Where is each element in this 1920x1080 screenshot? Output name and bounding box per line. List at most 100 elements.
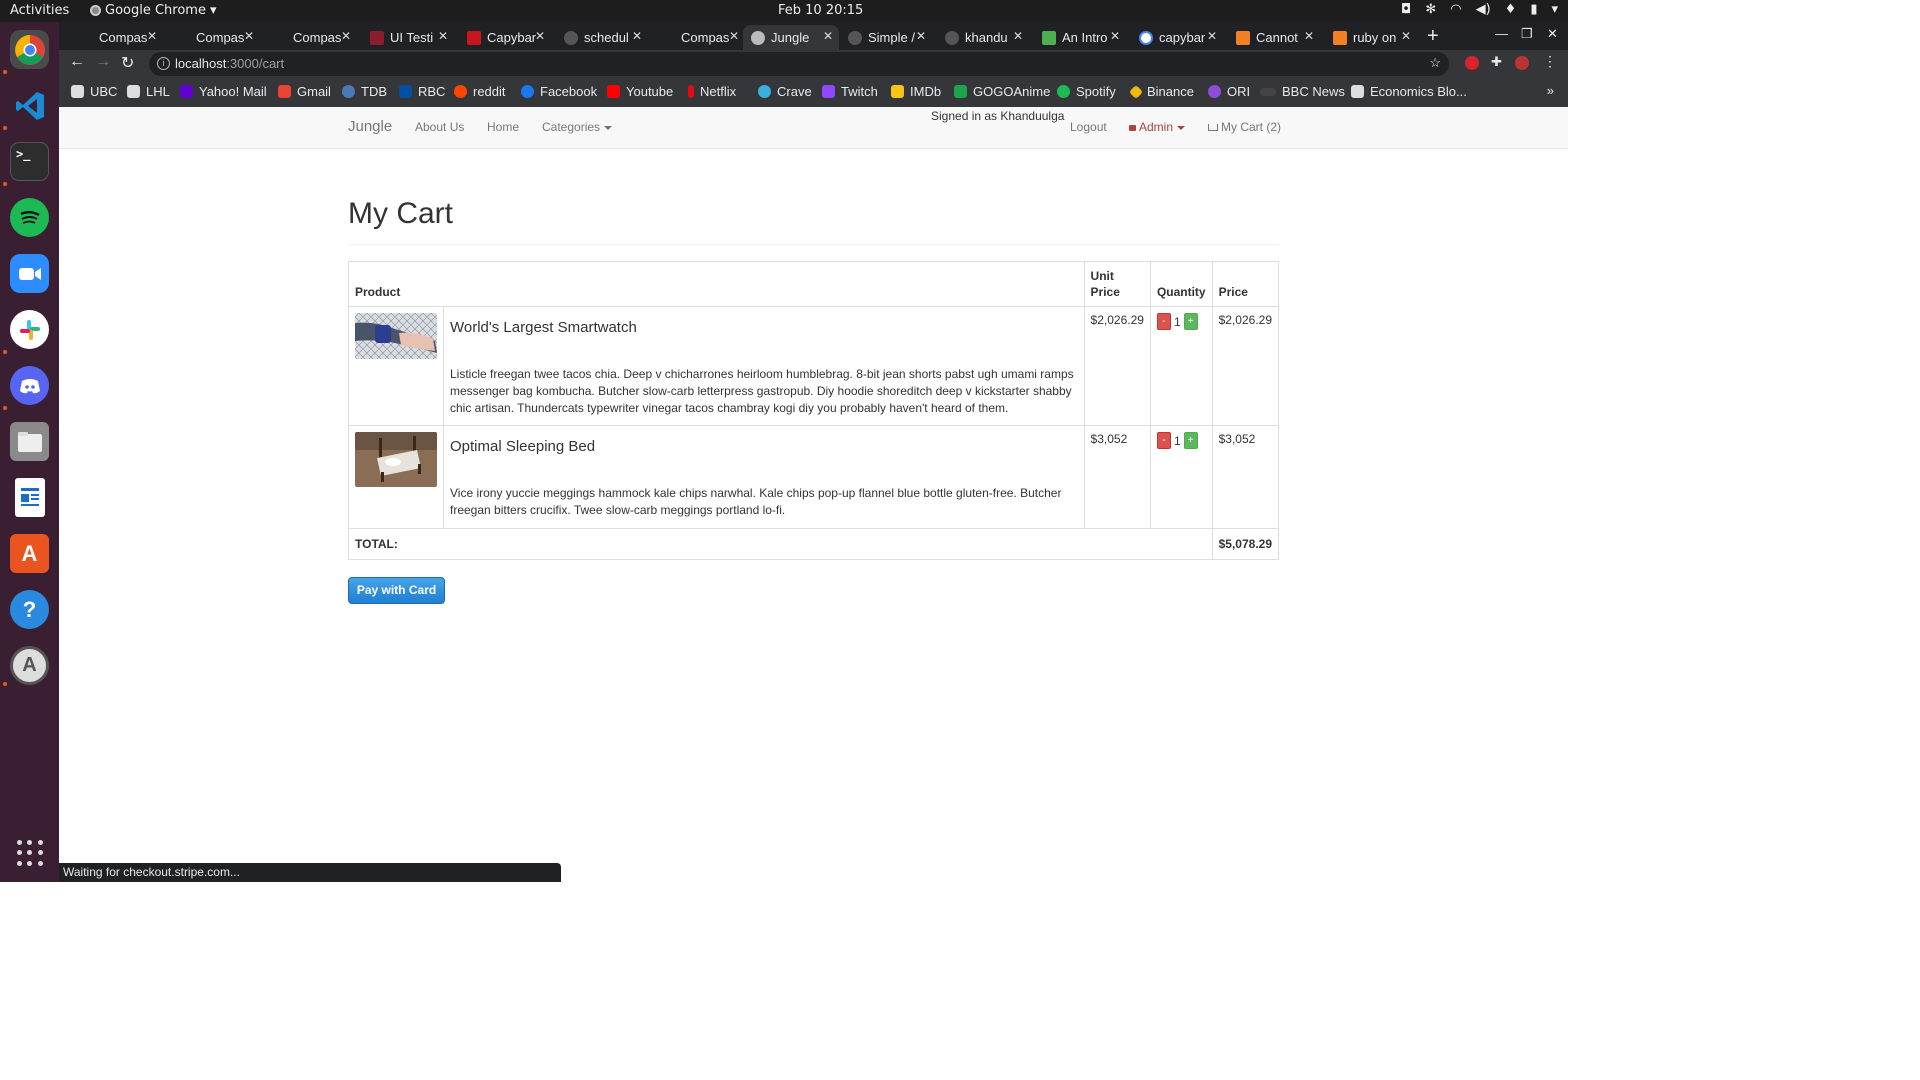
bookmark-item[interactable]: Binance: [1128, 84, 1194, 99]
browser-tab[interactable]: Cannot ✕: [1228, 25, 1320, 50]
app-menu[interactable]: Google Chrome ▾: [90, 3, 217, 18]
forward-icon[interactable]: →: [95, 53, 111, 71]
bookmark-item[interactable]: Crave: [758, 84, 812, 99]
close-icon[interactable]: ✕: [1207, 29, 1217, 43]
close-icon[interactable]: ✕: [438, 29, 448, 43]
browser-tab-active[interactable]: Jungle ✕: [743, 25, 839, 50]
profile-avatar[interactable]: [1515, 56, 1529, 70]
address-bar[interactable]: i localhost:3000/cart ☆: [149, 52, 1449, 76]
browser-tab[interactable]: ruby on ✕: [1325, 25, 1417, 50]
bookmark-item[interactable]: Netflix: [688, 84, 736, 99]
close-icon[interactable]: ✕: [632, 29, 642, 43]
close-icon[interactable]: ✕: [535, 29, 545, 43]
slack-tray-icon[interactable]: ✻: [1425, 2, 1436, 17]
updater-icon[interactable]: A: [10, 646, 49, 685]
product-name[interactable]: World's Largest Smartwatch: [450, 319, 1078, 336]
close-icon[interactable]: ✕: [147, 29, 157, 43]
battery-icon[interactable]: ▮: [1530, 2, 1537, 17]
help-icon[interactable]: ?: [10, 590, 49, 629]
browser-tab[interactable]: Compas ✕: [653, 25, 745, 50]
zoom-icon[interactable]: [10, 254, 49, 293]
brand-link[interactable]: Jungle: [348, 118, 392, 135]
browser-tab[interactable]: capybar ✕: [1131, 25, 1223, 50]
wifi-icon[interactable]: ◠: [1450, 2, 1461, 17]
microphone-icon[interactable]: ♦: [1505, 2, 1517, 17]
power-menu-icon[interactable]: ▾: [1551, 2, 1558, 17]
bookmark-item[interactable]: reddit: [454, 84, 506, 99]
close-icon[interactable]: ✕: [1401, 29, 1411, 43]
puzzle-icon[interactable]: ✚: [1491, 54, 1505, 69]
browser-tab[interactable]: Capybar ✕: [459, 25, 551, 50]
software-icon[interactable]: A: [10, 534, 49, 573]
close-icon[interactable]: ✕: [1304, 29, 1314, 43]
bookmark-item[interactable]: IMDb: [891, 84, 941, 99]
browser-tab[interactable]: UI Testi ✕: [362, 25, 454, 50]
minimize-icon[interactable]: —: [1495, 26, 1508, 41]
product-name[interactable]: Optimal Sleeping Bed: [450, 438, 1078, 455]
close-icon[interactable]: ✕: [1013, 29, 1023, 43]
bookmark-item[interactable]: UBC: [71, 84, 117, 99]
bookmark-item[interactable]: TDB: [342, 84, 387, 99]
bookmark-item[interactable]: Youtube: [607, 84, 673, 99]
terminal-icon[interactable]: >_: [10, 142, 49, 181]
browser-tab[interactable]: khandu ✕: [937, 25, 1029, 50]
activities-button[interactable]: Activities: [10, 3, 69, 18]
files-icon[interactable]: [10, 422, 49, 461]
browser-tab[interactable]: An Intro ✕: [1034, 25, 1126, 50]
extension-icon[interactable]: [1465, 56, 1479, 70]
close-icon[interactable]: ✕: [341, 29, 351, 43]
browser-tab[interactable]: schedul ✕: [556, 25, 648, 50]
bookmark-item[interactable]: Gmail: [278, 84, 331, 99]
bookmark-item[interactable]: Yahoo! Mail: [180, 84, 267, 99]
decrease-quantity-button[interactable]: -: [1156, 432, 1171, 450]
bookmark-item[interactable]: RBC: [399, 84, 445, 99]
show-applications-icon[interactable]: [17, 840, 43, 866]
bookmark-item[interactable]: BBC News: [1260, 84, 1345, 99]
site-info-icon[interactable]: i: [157, 57, 170, 70]
discord-tray-icon[interactable]: ◘: [1401, 2, 1411, 17]
bookmark-item[interactable]: Facebook: [521, 84, 597, 99]
system-tray[interactable]: ◘ ✻ ◠ ◀) ♦ ▮ ▾: [1401, 2, 1558, 17]
nav-categories-dropdown[interactable]: Categories: [542, 120, 613, 134]
bookmark-item[interactable]: Economics Blo...: [1351, 84, 1467, 99]
back-icon[interactable]: ←: [69, 53, 85, 71]
close-icon[interactable]: ✕: [1110, 29, 1120, 43]
volume-icon[interactable]: ◀): [1476, 2, 1491, 17]
chrome-icon[interactable]: [10, 30, 49, 69]
my-cart-link[interactable]: My Cart (2): [1208, 120, 1281, 134]
discord-icon[interactable]: [10, 366, 49, 405]
increase-quantity-button[interactable]: +: [1183, 313, 1198, 331]
close-icon[interactable]: ✕: [729, 29, 739, 43]
bookmark-item[interactable]: Twitch: [822, 84, 878, 99]
close-icon[interactable]: ✕: [916, 29, 926, 43]
nav-home-link[interactable]: Home: [487, 120, 519, 134]
increase-quantity-button[interactable]: +: [1183, 432, 1198, 450]
browser-tab[interactable]: Compas ✕: [265, 25, 357, 50]
clock[interactable]: Feb 10 20:15: [778, 3, 863, 18]
bookmark-item[interactable]: LHL: [127, 84, 170, 99]
close-window-icon[interactable]: ✕: [1547, 26, 1558, 42]
browser-tab[interactable]: Simple / ✕: [840, 25, 932, 50]
slack-icon[interactable]: [10, 310, 49, 349]
browser-tab[interactable]: Compas ✕: [168, 25, 260, 50]
more-bookmarks-icon[interactable]: »: [1547, 83, 1554, 98]
bookmark-star-icon[interactable]: ☆: [1429, 55, 1441, 71]
new-tab-button[interactable]: +: [1427, 25, 1439, 48]
close-icon[interactable]: ✕: [244, 29, 254, 43]
kebab-menu-icon[interactable]: ⋮: [1543, 53, 1557, 69]
vscode-icon[interactable]: [10, 86, 49, 125]
logout-link[interactable]: Logout: [1070, 120, 1107, 134]
pay-with-card-button[interactable]: Pay with Card: [348, 577, 445, 604]
nav-about-link[interactable]: About Us: [415, 120, 464, 134]
admin-dropdown[interactable]: Admin: [1129, 120, 1186, 134]
bookmark-item[interactable]: ORI: [1208, 84, 1250, 99]
spotify-icon[interactable]: [10, 198, 49, 237]
bookmark-item[interactable]: Spotify: [1057, 84, 1116, 99]
close-icon[interactable]: ✕: [823, 29, 833, 43]
writer-icon[interactable]: [15, 478, 45, 517]
bookmark-item[interactable]: GOGOAnime: [954, 84, 1050, 99]
browser-tab[interactable]: Compas ✕: [71, 25, 163, 50]
maximize-icon[interactable]: ❐: [1521, 26, 1533, 42]
decrease-quantity-button[interactable]: -: [1156, 313, 1171, 331]
reload-icon[interactable]: ↻: [121, 53, 134, 73]
